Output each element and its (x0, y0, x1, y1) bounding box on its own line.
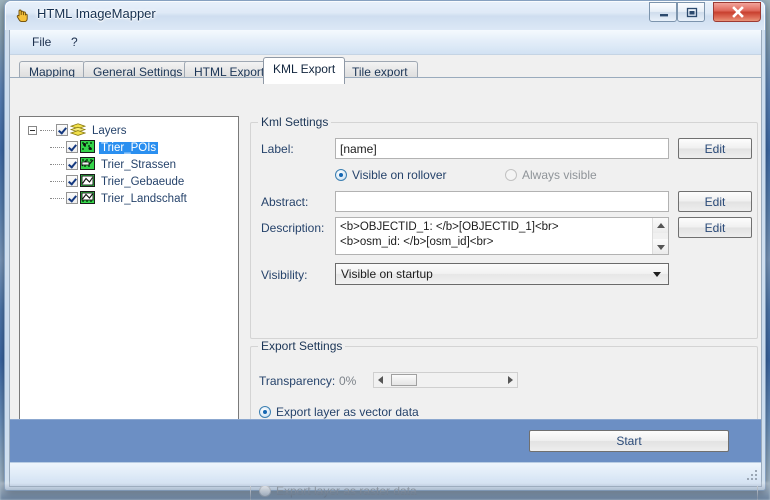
tree-item-label: Trier_Gebaeude (101, 176, 185, 188)
radio-dot-icon (505, 169, 517, 181)
slider-right-arrow-icon[interactable] (503, 373, 517, 387)
tree-root-layers[interactable]: Layers (28, 123, 238, 140)
tree-item-label: Trier_Strassen (101, 159, 176, 171)
tree-collapse-icon[interactable] (28, 126, 37, 135)
description-text: <b>OBJECTID_1: </b>[OBJECTID_1]<br> <b>o… (340, 221, 559, 248)
radio-visible-on-rollover-label: Visible on rollover (352, 168, 447, 182)
tree-line (50, 198, 64, 199)
tree-item-trier-strassen[interactable]: Trier_Strassen (50, 157, 238, 174)
layer-stack-icon (70, 123, 86, 136)
kml-settings-group: Kml Settings Label: Edit Visible on roll… (250, 115, 758, 339)
title-bar: HTML ImageMapper (5, 1, 765, 30)
menu-item-file[interactable]: File (26, 34, 57, 50)
description-edit-button[interactable]: Edit (678, 217, 752, 238)
description-textarea[interactable]: <b>OBJECTID_1: </b>[OBJECTID_1]<br> <b>o… (335, 217, 669, 255)
radio-export-raster[interactable]: Export layer as raster data (259, 484, 417, 498)
close-button[interactable] (713, 2, 761, 22)
tree-line (40, 130, 54, 131)
action-band: Start (10, 419, 761, 462)
transparency-value: 0% (339, 374, 357, 388)
tree-root-checkbox[interactable] (56, 124, 68, 136)
label-input[interactable] (335, 138, 669, 159)
radio-always-visible-label: Always visible (522, 168, 597, 182)
abstract-edit-button[interactable]: Edit (678, 191, 752, 212)
tab-page-kml-export: Layers Trier_POIs Trier_Strassen Trier_G… (10, 77, 761, 500)
abstract-caption: Abstract: (261, 195, 309, 209)
radio-dot-icon (259, 485, 271, 497)
radio-dot-icon (259, 406, 271, 418)
application-window: HTML ImageMapper File ? Mapping General … (4, 0, 766, 500)
radio-export-raster-label: Export layer as raster data (276, 484, 417, 498)
description-caption: Description: (261, 221, 325, 235)
tree-line (50, 181, 64, 182)
visibility-combobox[interactable]: Visible on startup (335, 263, 669, 285)
tree-line (50, 164, 64, 165)
tree-item-trier-gebaeude[interactable]: Trier_Gebaeude (50, 174, 238, 191)
menu-bar: File ? (10, 30, 761, 55)
tree-item-checkbox[interactable] (66, 175, 78, 187)
resize-grip-icon[interactable] (745, 470, 758, 483)
start-button[interactable]: Start (529, 430, 729, 452)
radio-export-vector[interactable]: Export layer as vector data (259, 405, 419, 419)
window-title: HTML ImageMapper (37, 6, 156, 21)
radio-visible-on-rollover[interactable]: Visible on rollover (335, 168, 447, 182)
layer-tree-panel[interactable]: Layers Trier_POIs Trier_Strassen Trier_G… (19, 116, 239, 464)
tree-item-trier-pois[interactable]: Trier_POIs (50, 140, 238, 157)
menu-item-help[interactable]: ? (65, 34, 84, 50)
client-area: File ? Mapping General Settings HTML Exp… (9, 30, 762, 500)
transparency-slider[interactable] (373, 372, 518, 388)
status-bar (10, 462, 761, 486)
scroll-up-icon[interactable] (653, 218, 668, 233)
desktop-background: HTML ImageMapper File ? Mapping General … (0, 0, 770, 500)
tree-item-checkbox[interactable] (66, 141, 78, 153)
radio-export-vector-label: Export layer as vector data (276, 405, 419, 419)
radio-always-visible[interactable]: Always visible (505, 168, 597, 182)
tree-item-checkbox[interactable] (66, 158, 78, 170)
hand-pointer-icon (16, 9, 28, 23)
visibility-caption: Visibility: (261, 268, 308, 282)
tree-item-label: Trier_POIs (99, 142, 159, 154)
minimize-button[interactable] (649, 2, 677, 22)
slider-thumb[interactable] (391, 374, 417, 386)
maximize-button[interactable] (677, 2, 705, 22)
abstract-input[interactable] (335, 191, 669, 212)
label-edit-button[interactable]: Edit (678, 138, 752, 159)
tab-strip: Mapping General Settings HTML Export KML… (10, 55, 761, 84)
label-caption: Label: (261, 142, 294, 156)
scroll-down-icon[interactable] (653, 239, 668, 254)
polygon-layer-icon (80, 191, 95, 204)
radio-dot-icon (335, 169, 347, 181)
line-layer-icon (80, 157, 95, 170)
chevron-down-icon (653, 272, 661, 277)
transparency-caption: Transparency: (259, 374, 336, 388)
visibility-combobox-value: Visible on startup (341, 267, 433, 281)
export-settings-title: Export Settings (258, 339, 346, 353)
kml-settings-title: Kml Settings (258, 115, 332, 129)
tree-item-label: Trier_Landschaft (101, 193, 187, 205)
tree-item-trier-landschaft[interactable]: Trier_Landschaft (50, 191, 238, 208)
tree-item-checkbox[interactable] (66, 192, 78, 204)
tree-line (50, 147, 64, 148)
tree-root-label: Layers (92, 125, 127, 137)
slider-left-arrow-icon[interactable] (374, 373, 388, 387)
tab-kml-export[interactable]: KML Export (263, 57, 346, 84)
point-layer-icon (80, 140, 95, 153)
description-scrollbar[interactable] (652, 218, 668, 254)
polygon-layer-icon (80, 174, 95, 187)
